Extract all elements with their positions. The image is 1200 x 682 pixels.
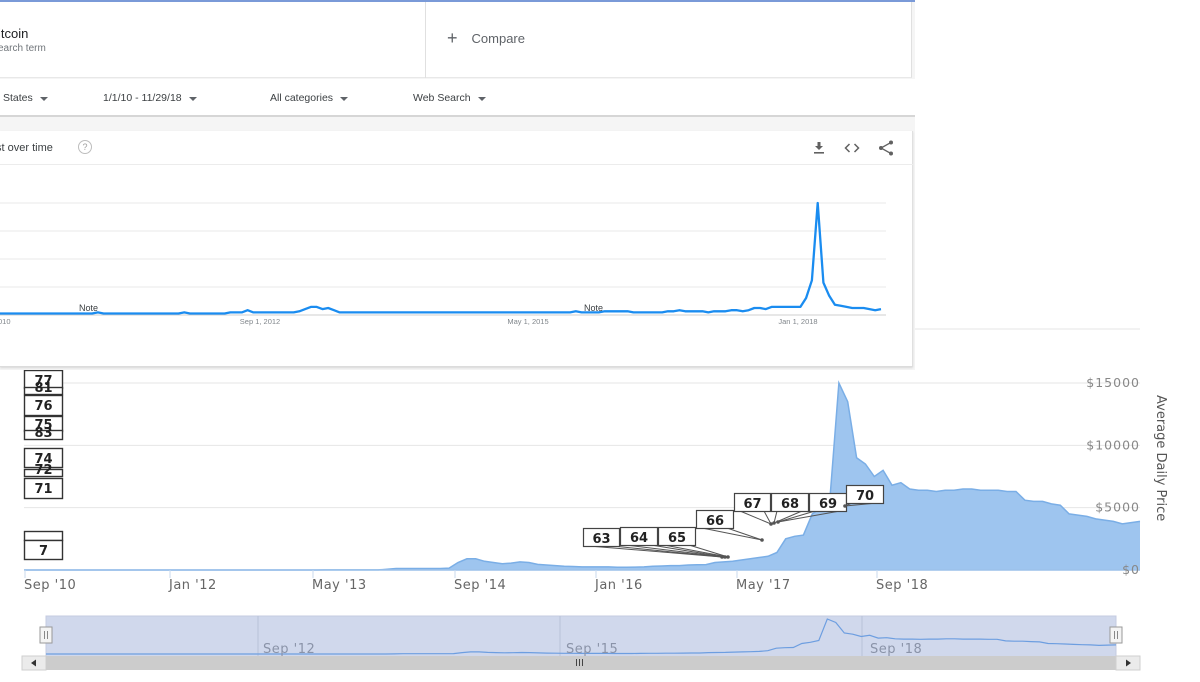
search-term-name[interactable]: itcoin xyxy=(0,26,28,41)
navigator-handle-right[interactable] xyxy=(1109,626,1123,644)
chevron-down-icon xyxy=(39,96,48,101)
search-term-chip[interactable]: itcoin earch term xyxy=(0,2,426,78)
price-flag: 66 xyxy=(695,509,764,542)
filter-region-label: States xyxy=(3,92,33,104)
compare-label: Compare xyxy=(471,30,525,46)
price-flag-label: 7 xyxy=(39,544,48,559)
share-icon[interactable] xyxy=(877,139,895,157)
price-y-tick-label: $15000 xyxy=(1086,375,1140,390)
filter-search-type[interactable]: Web Search xyxy=(413,92,486,104)
filter-time-range[interactable]: 1/1/10 - 11/29/18 xyxy=(103,92,197,104)
price-area-series xyxy=(24,383,1140,570)
chevron-down-icon xyxy=(188,96,197,101)
price-y-axis-title: Average Daily Price xyxy=(1153,395,1168,521)
iot-line-series xyxy=(0,201,882,315)
price-x-tick-label: May '13 xyxy=(312,578,367,593)
price-flags: 7781767583747271763 64 656667 68 6970 xyxy=(23,369,885,561)
navigator-label: Sep '15 xyxy=(566,642,618,657)
drag-handle-icon[interactable] xyxy=(39,626,53,644)
price-flag xyxy=(23,530,64,542)
price-flag-connector xyxy=(739,510,772,525)
price-flag-anchor-point xyxy=(772,521,776,525)
google-trends-panel: itcoin earch term + Compare States 1/1/1… xyxy=(0,0,915,370)
interest-over-time-header: st over time ? xyxy=(0,131,913,165)
navigator[interactable]: Sep '12 Sep '15 Sep '18 xyxy=(21,615,1141,671)
filter-bar: States 1/1/10 - 11/29/18 All categories … xyxy=(0,79,915,117)
price-x-tick-label: May '17 xyxy=(736,578,791,593)
price-flag-label: 76 xyxy=(34,399,52,414)
iot-x-tick-label: Sep 1, 2012 xyxy=(240,317,280,326)
price-flag-label: 68 xyxy=(781,497,799,512)
filter-category[interactable]: All categories xyxy=(270,92,349,104)
chevron-down-icon xyxy=(477,96,486,101)
price-flag: 7 xyxy=(23,539,64,561)
price-x-tick-label: Sep '14 xyxy=(454,578,506,593)
interest-over-time-title: st over time xyxy=(0,142,53,154)
price-flag-box xyxy=(23,530,64,542)
chevron-down-icon xyxy=(340,96,349,101)
scrollbar-thumb[interactable] xyxy=(46,656,1116,670)
interest-over-time-chart: 010 Sep 1, 2012 May 1, 2015 Jan 1, 2018 Not… xyxy=(0,201,886,326)
price-flag-label: 69 xyxy=(819,497,837,512)
drag-handle-icon[interactable] xyxy=(1109,626,1123,644)
price-chart: Sep '10 Jan '12 May '13 Sep '14 Jan '16 May '… xyxy=(0,320,1200,682)
price-x-tick-label: Sep '18 xyxy=(876,578,928,593)
iot-x-ticks: 010 Sep 1, 2012 May 1, 2015 Jan 1, 2018 xyxy=(0,317,818,326)
price-flag-anchor-point xyxy=(726,555,730,559)
price-flag-label: 66 xyxy=(706,514,724,529)
price-flag-label: 70 xyxy=(856,489,874,504)
price-flag-anchor-point xyxy=(843,504,847,508)
iot-grid xyxy=(0,202,886,316)
price-flag-label: 81 xyxy=(34,381,52,396)
price-y-tick-label: $10000 xyxy=(1086,437,1140,452)
price-flag-label: 63 xyxy=(592,532,610,547)
iot-note-annotation: Note xyxy=(584,303,603,313)
filter-region[interactable]: States xyxy=(3,92,48,104)
price-flag-label: 67 xyxy=(743,497,761,512)
help-icon[interactable]: ? xyxy=(78,140,92,154)
price-x-tick-label: Jan '12 xyxy=(168,578,217,593)
price-flag-label: 83 xyxy=(34,426,52,441)
filter-search-type-label: Web Search xyxy=(413,92,471,104)
price-x-ticks: Sep '10 Jan '12 May '13 Sep '14 Jan '16 May '… xyxy=(24,570,928,593)
filter-category-label: All categories xyxy=(270,92,334,104)
price-x-tick-label: Jan '16 xyxy=(594,578,643,593)
price-flag-anchor-point xyxy=(760,538,764,542)
price-flag: 76 xyxy=(23,394,64,417)
interest-over-time-card: st over time ? 010 Sep 1, 2012 May 1, 2015… xyxy=(0,131,913,367)
price-flag-label: 72 xyxy=(34,463,52,478)
search-term-type: earch term xyxy=(0,43,46,54)
navigator-label: Sep '18 xyxy=(870,642,922,657)
price-y-tick-label: $0 xyxy=(1122,562,1140,577)
download-icon[interactable] xyxy=(810,139,828,157)
price-flag: 67 xyxy=(733,492,773,526)
price-chart-svg: Sep '10 Jan '12 May '13 Sep '14 Jan '16 May '… xyxy=(21,328,1168,671)
price-flag: 71 xyxy=(23,477,64,500)
iot-x-tick-label: Jan 1, 2018 xyxy=(778,317,817,326)
plus-icon: + xyxy=(447,28,458,48)
iot-x-tick-label: May 1, 2015 xyxy=(507,317,548,326)
price-flag-anchor-point xyxy=(776,520,780,524)
iot-x-tick-label: 010 xyxy=(0,317,11,326)
compare-button[interactable]: + Compare xyxy=(447,28,525,48)
price-y-tick-label: $5000 xyxy=(1095,500,1140,515)
price-flag-label: 71 xyxy=(34,482,52,497)
search-term-card: itcoin earch term + Compare xyxy=(0,2,912,78)
price-flag-label: 65 xyxy=(668,531,686,546)
navigator-label: Sep '12 xyxy=(263,642,315,657)
price-x-tick-label: Sep '10 xyxy=(24,578,76,593)
price-flag-label: 64 xyxy=(630,531,648,546)
navigator-handle-left[interactable] xyxy=(39,626,53,644)
embed-code-icon[interactable] xyxy=(843,139,861,157)
iot-note-annotation: Note xyxy=(79,303,98,313)
filter-time-range-label: 1/1/10 - 11/29/18 xyxy=(103,92,182,104)
